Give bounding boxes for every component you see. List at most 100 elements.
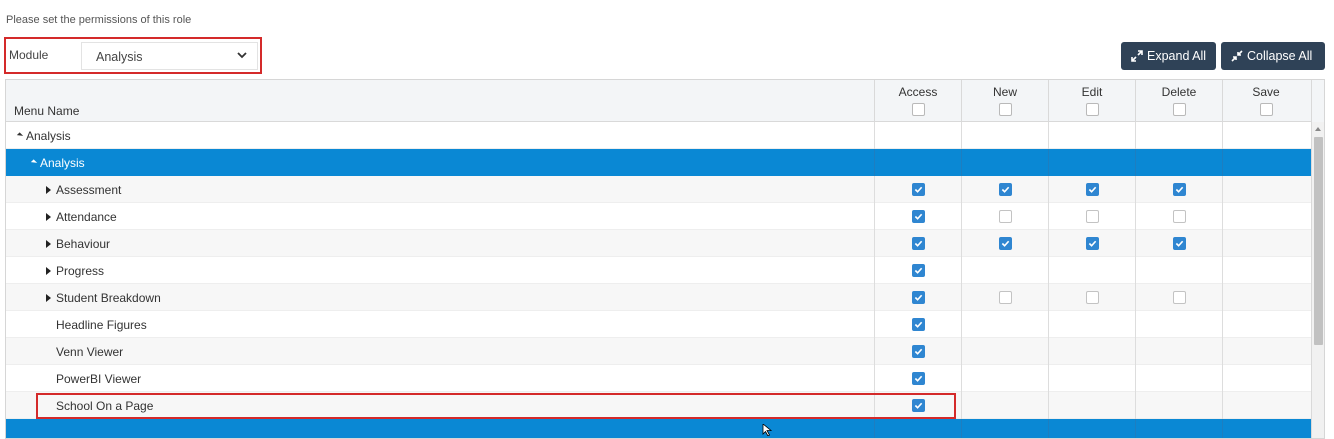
permission-cell-save <box>1222 257 1309 284</box>
access-checkbox[interactable] <box>912 264 925 277</box>
tree-row[interactable]: Student Breakdown <box>6 284 1311 311</box>
permission-cell-access <box>874 419 961 438</box>
check-icon <box>1088 186 1097 193</box>
permission-cell-new <box>961 149 1048 176</box>
permission-cell-edit <box>1048 338 1135 365</box>
tree-row-name: Attendance <box>46 210 117 224</box>
tree-row-name: PowerBI Viewer <box>56 372 141 386</box>
tree-row-name: Student Breakdown <box>46 291 161 305</box>
module-select[interactable]: Analysis <box>81 42 258 70</box>
tree-row[interactable]: Analysis <box>6 122 1311 149</box>
delete-checkbox[interactable] <box>1173 210 1186 223</box>
check-icon <box>914 267 923 274</box>
tree-row-name: Analysis <box>30 156 85 170</box>
mouse-cursor-icon <box>762 424 772 436</box>
edit-checkbox[interactable] <box>1086 237 1099 250</box>
expand-all-button[interactable]: Expand All <box>1121 42 1216 70</box>
new-checkbox[interactable] <box>999 237 1012 250</box>
access-checkbox[interactable] <box>912 237 925 250</box>
check-icon <box>914 240 923 247</box>
permission-cell-edit <box>1048 149 1135 176</box>
delete-checkbox[interactable] <box>1173 237 1186 250</box>
collapse-all-label: Collapse All <box>1247 49 1313 63</box>
expanded-triangle-icon[interactable] <box>30 159 38 167</box>
tree-row-name: Analysis <box>16 129 71 143</box>
permission-cell-new <box>961 419 1048 438</box>
check-icon <box>914 375 923 382</box>
permission-cell-new <box>961 311 1048 338</box>
permission-cell-edit <box>1048 257 1135 284</box>
new-checkbox[interactable] <box>999 291 1012 304</box>
expanded-triangle-icon[interactable] <box>16 132 24 140</box>
column-header-label: New <box>992 85 1017 99</box>
column-header-access: Access <box>874 80 961 122</box>
tree-row[interactable]: Attendance <box>6 203 1311 230</box>
permission-cell-new <box>961 122 1048 149</box>
permission-cell-new <box>961 284 1048 311</box>
access-checkbox[interactable] <box>912 372 925 385</box>
module-highlight-box: Module Analysis <box>4 37 262 74</box>
scrollbar-thumb[interactable] <box>1314 137 1323 345</box>
school-on-a-page-highlight-box <box>36 393 956 419</box>
delete-checkbox[interactable] <box>1173 183 1186 196</box>
tree-row-name: Behaviour <box>46 237 110 251</box>
permission-cell-delete <box>1135 392 1222 419</box>
permission-cell-access <box>874 230 961 257</box>
access-checkbox[interactable] <box>912 345 925 358</box>
column-header-delete: Delete <box>1135 80 1222 122</box>
check-icon <box>1088 240 1097 247</box>
select-all-edit-checkbox[interactable] <box>1086 103 1099 116</box>
tree-row[interactable]: Venn Viewer <box>6 338 1311 365</box>
select-all-save-checkbox[interactable] <box>1260 103 1273 116</box>
tree-row-label: Student Breakdown <box>56 291 161 305</box>
instruction-text: Please set the permissions of this role <box>6 14 192 26</box>
permission-cell-edit <box>1048 365 1135 392</box>
permission-cell-edit <box>1048 230 1135 257</box>
permission-cell-new <box>961 203 1048 230</box>
tree-row[interactable]: PowerBI Viewer <box>6 365 1311 392</box>
permission-cell-delete <box>1135 419 1222 438</box>
permission-cell-access <box>874 203 961 230</box>
collapsed-triangle-icon[interactable] <box>46 185 51 194</box>
collapsed-triangle-icon[interactable] <box>46 293 51 302</box>
vertical-scrollbar[interactable] <box>1311 122 1324 438</box>
collapsed-triangle-icon[interactable] <box>46 212 51 221</box>
permission-cell-access <box>874 149 961 176</box>
permission-cell-access <box>874 122 961 149</box>
edit-checkbox[interactable] <box>1086 210 1099 223</box>
tree-row[interactable]: Progress <box>6 257 1311 284</box>
edit-checkbox[interactable] <box>1086 291 1099 304</box>
tree-row[interactable]: Assessment <box>6 176 1311 203</box>
new-checkbox[interactable] <box>999 183 1012 196</box>
permission-cell-delete <box>1135 230 1222 257</box>
delete-checkbox[interactable] <box>1173 291 1186 304</box>
collapsed-triangle-icon[interactable] <box>46 239 51 248</box>
tree-row-label: PowerBI Viewer <box>56 372 142 386</box>
access-checkbox[interactable] <box>912 183 925 196</box>
tree-row-name: Progress <box>46 264 104 278</box>
collapsed-triangle-icon[interactable] <box>46 266 51 275</box>
check-icon <box>1001 240 1010 247</box>
select-all-delete-checkbox[interactable] <box>1173 103 1186 116</box>
select-all-access-checkbox[interactable] <box>912 103 925 116</box>
collapse-all-button[interactable]: Collapse All <box>1221 42 1325 70</box>
expand-icon <box>1131 50 1143 62</box>
permission-cell-save <box>1222 230 1309 257</box>
tree-row[interactable] <box>6 419 1311 438</box>
access-checkbox[interactable] <box>912 318 925 331</box>
access-checkbox[interactable] <box>912 210 925 223</box>
select-all-new-checkbox[interactable] <box>999 103 1012 116</box>
tree-row[interactable]: Analysis <box>6 149 1311 176</box>
check-icon <box>914 294 923 301</box>
permission-cell-edit <box>1048 203 1135 230</box>
edit-checkbox[interactable] <box>1086 183 1099 196</box>
new-checkbox[interactable] <box>999 210 1012 223</box>
permission-cell-delete <box>1135 257 1222 284</box>
collapse-icon <box>1231 50 1243 62</box>
check-icon <box>914 213 923 220</box>
tree-row[interactable]: Behaviour <box>6 230 1311 257</box>
permission-cell-edit <box>1048 176 1135 203</box>
tree-row[interactable]: Headline Figures <box>6 311 1311 338</box>
access-checkbox[interactable] <box>912 291 925 304</box>
scroll-up-arrow-icon[interactable] <box>1315 127 1321 131</box>
